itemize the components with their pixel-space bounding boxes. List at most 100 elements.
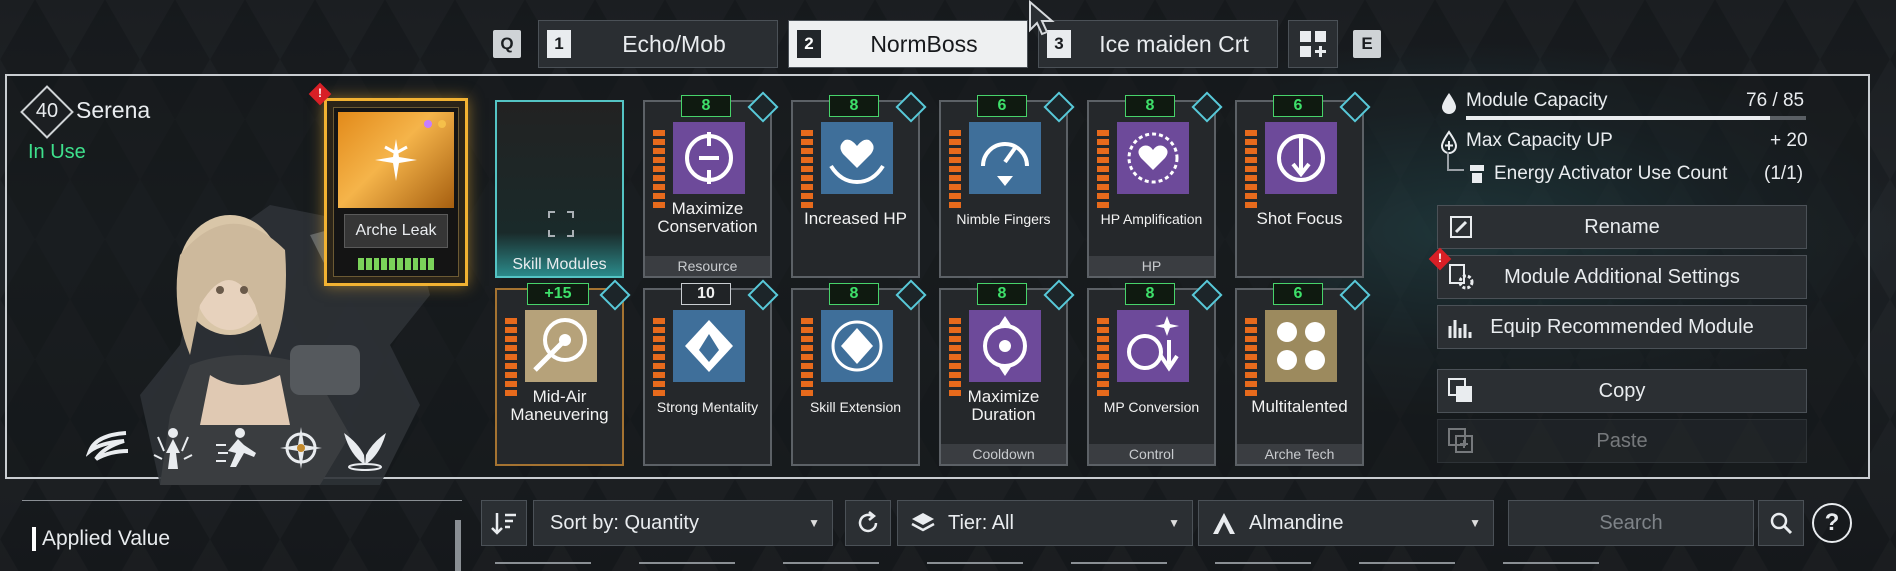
module-tag: Arche Tech [1237,444,1362,464]
equip-recommended-label: Equip Recommended Module [1490,315,1754,338]
equip-recommended-module-button[interactable]: Equip Recommended Module [1437,305,1807,349]
module-level-bars [653,130,665,210]
search-button[interactable] [1758,500,1804,546]
sort-order-button[interactable] [481,500,527,546]
next-key-hint[interactable]: E [1353,30,1381,58]
figure-skill-icon[interactable] [150,425,196,471]
add-preset-button[interactable] [1288,20,1338,68]
heart-hands-module-icon [821,122,893,194]
module-card-maximize-conservation[interactable]: 8 Maximize Conservation Resource [643,91,779,278]
capacity-bar-fill [1466,116,1770,120]
skill-module-slot[interactable]: Skill Modules [495,100,624,278]
module-tag: Cooldown [941,444,1066,464]
character-status: In Use [28,141,86,163]
chevron-down-icon: ▼ [1469,516,1481,530]
module-tag: HP [1089,256,1214,276]
socket-dropdown[interactable]: Almandine ▼ [1198,500,1494,546]
list-item [1215,562,1311,571]
sort-dropdown[interactable]: Sort by: Quantity ▼ [533,500,833,546]
module-card-increased-hp[interactable]: 8 Increased HP [791,91,927,278]
tier-label: Tier: All [948,511,1014,534]
module-name: Strong Mentality [656,399,759,415]
module-card-nimble-fingers[interactable]: 6 Nimble Fingers [939,91,1075,278]
module-tag: Control [1089,444,1214,464]
chevron-down-icon: ▼ [1168,516,1180,530]
preset-tab-2[interactable]: 2 NormBoss [788,20,1028,68]
multitalent-module-icon [1265,310,1337,382]
applied-value-scrollbar[interactable] [455,520,461,571]
layers-icon [911,513,935,532]
duration-module-icon [969,310,1041,382]
module-name: Shot Focus [1256,209,1343,228]
reset-filter-button[interactable] [845,500,891,546]
rename-button[interactable]: Rename [1437,205,1807,249]
alert-mark: ! [1438,251,1442,265]
preset-tab-3[interactable]: 3 Ice maiden Crt [1038,20,1278,68]
module-name: Increased HP [804,209,907,228]
module-name: MP Conversion [1103,399,1200,415]
arche-progress [358,258,434,270]
capacity-value: 76 / 85 [1746,90,1805,111]
activator-icon [1470,165,1484,183]
drop-plus-icon [1440,130,1458,154]
module-card-skill-extension[interactable]: 8 Skill Extension [791,279,927,466]
capacity-bar [1466,116,1806,120]
module-capacity: 6 [1273,95,1323,117]
module-name: Multitalented [1251,397,1348,416]
copy-button[interactable]: Copy [1437,369,1807,413]
module-card-mid-air-maneuvering[interactable]: +15 Mid-Air Maneuvering [495,279,631,466]
conversion-module-icon [1117,310,1189,382]
preset-name: NormBoss [870,30,978,57]
preset-tab-1[interactable]: 1 Echo/Mob [538,20,778,68]
module-level-bars [1097,130,1109,210]
search-icon [1770,512,1793,535]
paste-label: Paste [1596,429,1648,452]
module-additional-settings-button[interactable]: Module Additional Settings [1437,255,1807,299]
copy-label: Copy [1598,379,1646,402]
module-level-bars [801,130,813,210]
module-capacity: 8 [977,283,1027,305]
arche-art [338,112,454,208]
activator-label: Energy Activator Use Count [1494,163,1728,184]
sort-label: Sort by: Quantity [550,511,699,534]
dash-skill-icon[interactable] [86,425,132,471]
preset-number: 2 [797,30,821,58]
module-level-bars [1245,318,1257,398]
chevron-down-icon: ▼ [808,516,820,530]
module-card-hp-amplification[interactable]: 8 HP Amplification HP [1087,91,1223,278]
focus-module-icon [1265,122,1337,194]
prev-key-hint[interactable]: Q [493,30,521,58]
refresh-icon [858,511,878,533]
module-tag: Resource [645,256,770,276]
module-level-bars [801,318,813,398]
module-card-multitalented[interactable]: 6 Multitalented Arche Tech [1235,279,1371,466]
tier-dropdown[interactable]: Tier: All ▼ [897,500,1193,546]
module-name: HP Amplification [1100,211,1203,227]
empty-slot-icon [548,211,574,237]
additional-settings-label: Module Additional Settings [1504,265,1740,288]
compass-skill-icon[interactable] [278,425,324,471]
module-capacity: 8 [681,95,731,117]
paste-button[interactable]: Paste [1437,419,1807,463]
module-card-shot-focus[interactable]: 6 Shot Focus [1235,91,1371,278]
arche-tuning-card[interactable]: Arche Leak [324,98,468,286]
character-level: 40 [35,100,59,122]
search-input[interactable]: Search [1508,500,1754,546]
sprint-skill-icon[interactable] [214,425,260,471]
extension-module-icon [821,310,893,382]
module-card-maximize-duration[interactable]: 8 Maximize Duration Cooldown [939,279,1075,466]
module-card-strong-mentality[interactable]: 10 Strong Mentality [643,279,779,466]
gauge-module-icon [969,122,1041,194]
max-capacity-label: Max Capacity UP [1466,130,1613,151]
copy-icon [1448,378,1472,402]
wings-skill-icon[interactable] [342,425,388,471]
module-name: Maximize Duration [967,387,1040,424]
help-button[interactable]: ? [1812,503,1852,543]
module-capacity: 10 [681,283,731,305]
alert-mark: ! [318,86,322,100]
module-card-mp-conversion[interactable]: 8 MP Conversion Control [1087,279,1223,466]
module-capacity: 8 [1125,283,1175,305]
preset-number: 1 [547,30,571,58]
module-capacity: 8 [1125,95,1175,117]
list-item [783,562,879,571]
